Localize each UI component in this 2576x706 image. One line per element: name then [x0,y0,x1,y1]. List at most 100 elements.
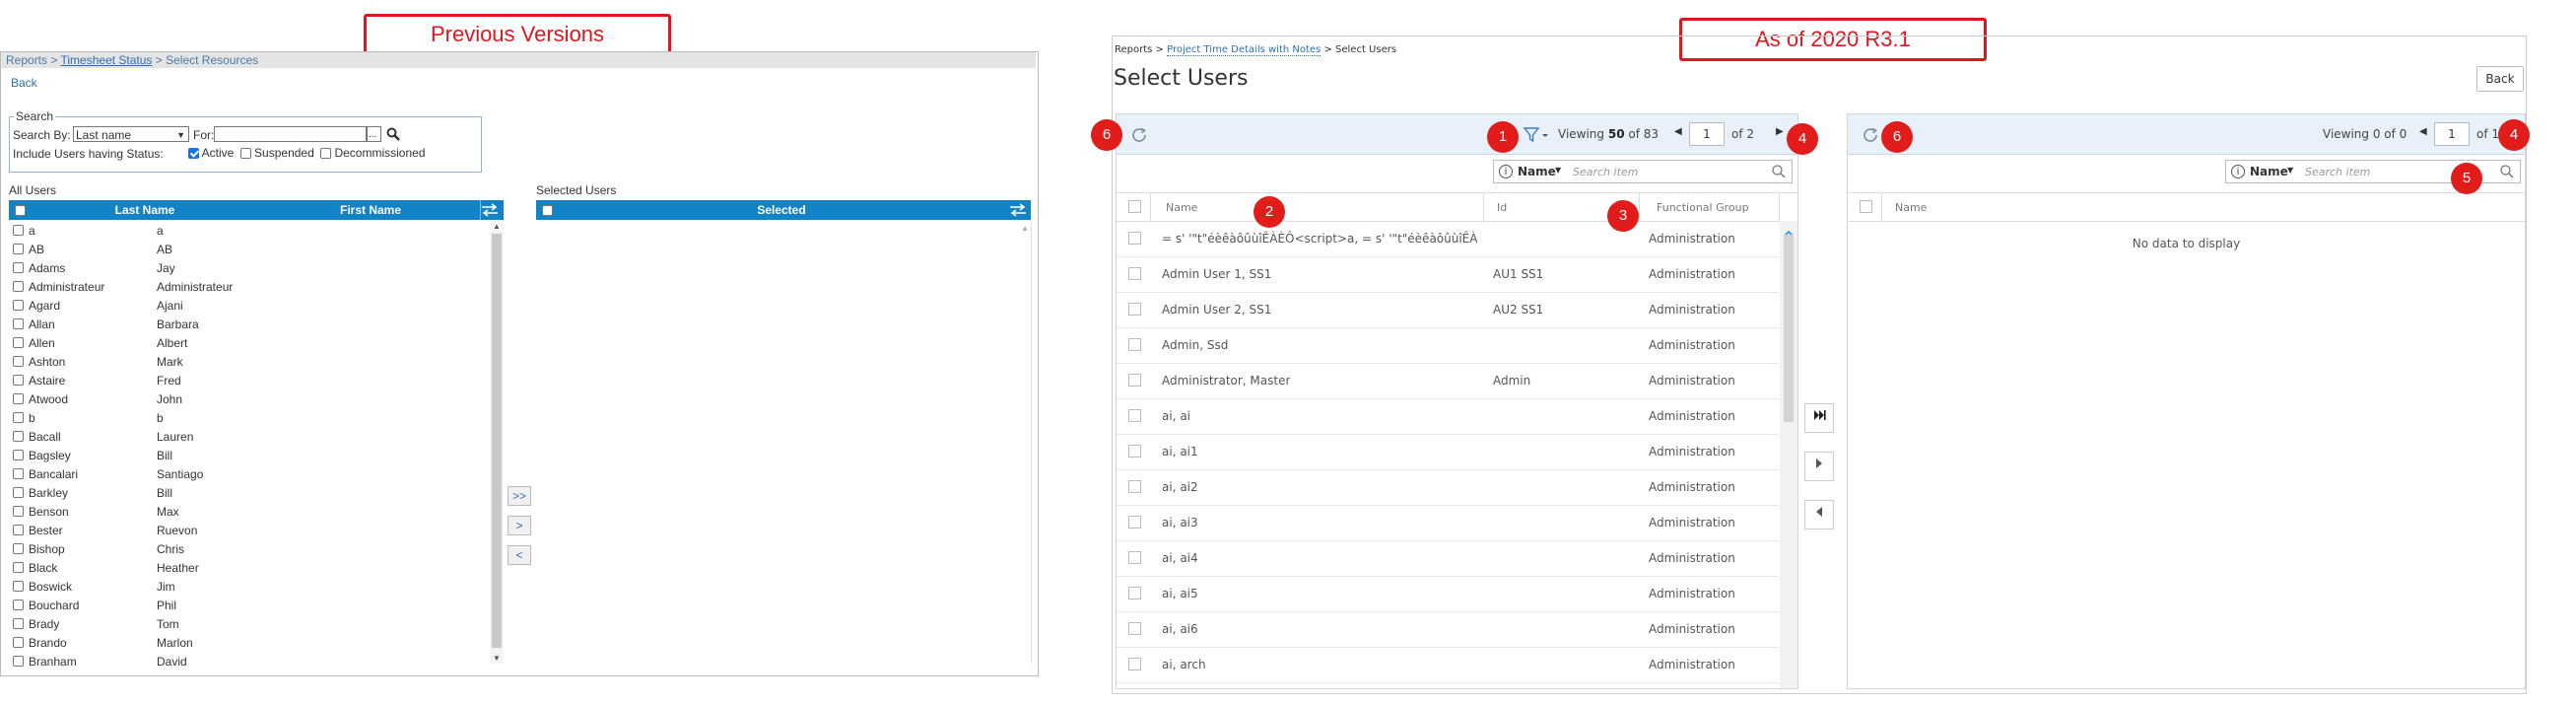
row-checkbox[interactable] [13,581,24,592]
row-checkbox[interactable] [13,318,24,329]
table-row[interactable]: Bancalari Santiago [9,465,490,484]
row-checkbox[interactable] [13,543,24,554]
new-right-search-field[interactable]: Name [2250,165,2288,178]
table-row[interactable]: Bishop Chris [9,540,490,559]
table-row[interactable]: Allen Albert [9,334,490,353]
old-ellipsis-button[interactable]: ... [367,126,381,142]
new-move-all-button[interactable] [1804,403,1834,433]
scroll-thumb[interactable] [492,234,502,648]
table-row[interactable]: ai, ai2 Administration [1117,469,1779,506]
row-checkbox[interactable] [13,281,24,292]
row-checkbox[interactable] [1128,409,1141,422]
new-move-back-button[interactable] [1804,500,1834,530]
table-row[interactable]: ai, ai3 Administration [1117,505,1779,541]
table-row[interactable]: Brady Tom [9,615,490,634]
new-breadcrumb-reports[interactable]: Reports [1115,44,1152,55]
row-checkbox[interactable] [13,468,24,479]
table-row[interactable]: Branham David [9,653,490,671]
table-row[interactable]: Brando Marlon [9,634,490,653]
table-row[interactable]: ai, ai1 Administration [1117,434,1779,470]
new-right-col-name[interactable]: Name [1895,201,1927,214]
old-move-back-button[interactable]: < [508,545,531,565]
new-right-search-input[interactable]: Search item [2305,166,2370,178]
row-checkbox[interactable] [1128,267,1141,280]
scroll-up-icon[interactable]: ▲ [1021,224,1029,233]
table-row[interactable]: Ashton Mark [9,353,490,372]
table-row[interactable]: ai, arch Administration [1117,647,1779,683]
row-checkbox[interactable] [1128,338,1141,351]
row-checkbox[interactable] [13,375,24,386]
new-col-functional-group[interactable]: Functional Group [1657,201,1749,214]
row-checkbox[interactable] [13,412,24,423]
row-checkbox[interactable] [13,356,24,367]
old-move-all-button[interactable]: >> [508,486,531,506]
refresh-icon[interactable] [1130,126,1148,144]
table-row[interactable]: Administrateur Administrateur [9,278,490,297]
new-breadcrumb-project-link[interactable]: Project Time Details with Notes [1167,44,1322,56]
table-row[interactable]: Admin User 2, SS1 AU2 SS1 Administration [1117,292,1779,328]
new-left-page-input[interactable]: 1 [1689,122,1725,146]
table-row[interactable]: = s' '"t"éèêàôûùîÊÀÈÔ<script>a, = s' '"t… [1117,221,1779,257]
search-icon[interactable] [1772,165,1786,181]
row-checkbox[interactable] [1128,587,1141,600]
old-suspended-checkbox[interactable] [239,148,251,160]
old-search-by-select[interactable]: Last name ▼ [73,126,189,142]
new-move-one-button[interactable] [1804,452,1834,481]
table-row[interactable]: Benson Max [9,503,490,522]
row-checkbox[interactable] [13,262,24,273]
info-icon[interactable]: i [2231,165,2245,178]
search-icon[interactable] [386,127,400,141]
old-col-selected[interactable]: Selected [559,200,1004,220]
old-decommissioned-checkbox[interactable] [320,148,332,160]
info-icon[interactable]: i [1499,165,1513,178]
old-for-input[interactable] [214,126,367,142]
row-checkbox[interactable] [1128,516,1141,529]
row-checkbox[interactable] [13,225,24,236]
row-checkbox[interactable] [1128,232,1141,245]
refresh-icon[interactable] [1862,126,1879,144]
row-checkbox[interactable] [13,450,24,460]
filter-icon[interactable] [1523,126,1550,144]
table-row[interactable]: Adams Jay [9,259,490,278]
table-row[interactable]: Agard Ajani [9,297,490,316]
table-row[interactable]: ai, ai6 Administration [1117,611,1779,648]
table-row[interactable]: bb [9,409,490,428]
row-checkbox[interactable] [13,637,24,648]
table-row[interactable]: aa [9,222,490,241]
table-row[interactable]: Astaire Fred [9,372,490,390]
old-col-last-name[interactable]: Last Name [29,200,262,220]
row-checkbox[interactable] [13,300,24,311]
table-row[interactable]: Barkley Bill [9,484,490,503]
table-row[interactable]: ai, ai4 Administration [1117,540,1779,577]
row-checkbox[interactable] [13,600,24,610]
old-selected-all-checkbox[interactable] [542,205,553,216]
new-left-search-input[interactable]: Search item [1573,166,1638,178]
row-checkbox[interactable] [13,393,24,404]
row-checkbox[interactable] [1128,303,1141,316]
table-row[interactable]: Bacall Lauren [9,428,490,447]
swap-columns-icon[interactable] [479,202,501,218]
scroll-thumb[interactable] [1784,235,1794,422]
table-row[interactable]: Bester Ruevon [9,522,490,540]
new-left-search-box[interactable]: i Name ▼ Search item [1493,160,1793,183]
new-left-select-all-checkbox[interactable] [1128,200,1141,213]
old-col-first-name[interactable]: First Name [261,200,481,220]
old-back-link[interactable]: Back [11,76,37,90]
new-col-id[interactable]: Id [1497,201,1507,214]
old-breadcrumb-timesheet-link[interactable]: Timesheet Status [61,53,153,67]
table-row[interactable]: Admin User 1, SS1 AU1 SS1 Administration [1117,256,1779,293]
row-checkbox[interactable] [1128,622,1141,635]
row-checkbox[interactable] [13,337,24,348]
next-page-icon[interactable]: ▶ [1776,126,1784,137]
row-checkbox[interactable] [1128,445,1141,458]
row-checkbox[interactable] [1128,374,1141,387]
new-right-page-input[interactable]: 1 [2434,122,2470,146]
search-icon[interactable] [2500,165,2514,181]
table-row[interactable]: Black Heather [9,559,490,578]
row-checkbox[interactable] [13,525,24,535]
table-row[interactable]: Admin, Ssd Administration [1117,327,1779,364]
table-row[interactable]: AB AB [9,241,490,259]
old-select-all-checkbox[interactable] [15,205,26,216]
prev-page-icon[interactable]: ◀ [2419,126,2427,137]
row-checkbox[interactable] [1128,480,1141,493]
